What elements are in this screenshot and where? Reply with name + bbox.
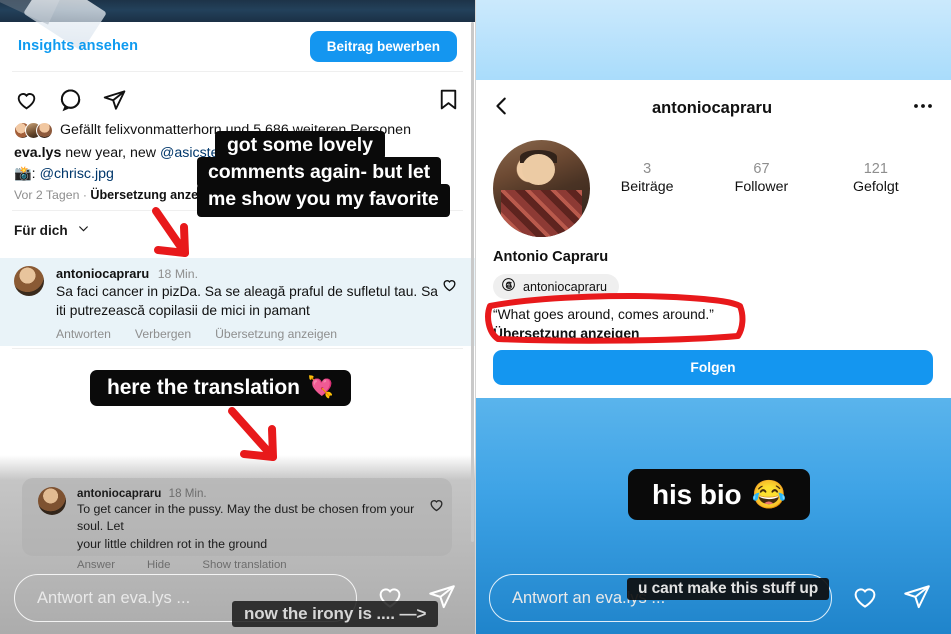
comment-translated: antoniocapraru 18 Min. To get cancer in … (38, 487, 448, 571)
comment-icon[interactable] (58, 87, 83, 112)
heart-icon[interactable] (850, 581, 880, 616)
stat-followers-count: 67 (753, 161, 770, 177)
avatar (36, 121, 53, 139)
insights-row: Insights ansehen Beitrag bewerben (0, 22, 475, 70)
profile-username-title: antoniocapraru (651, 98, 773, 117)
view-insights-link[interactable]: Insights ansehen (18, 38, 138, 54)
comment-header: antoniocapraru 18 Min. (56, 266, 441, 281)
post-image-strip (0, 0, 475, 52)
comment-text: Sa faci cancer in pizDa. Sa se aleagă pr… (56, 284, 438, 318)
stat-posts[interactable]: 3 Beiträge (590, 160, 704, 195)
avatar[interactable] (38, 487, 66, 515)
post-actions-row (0, 78, 475, 120)
caption-text: new year, new (65, 145, 156, 161)
bookmark-icon[interactable] (436, 87, 461, 112)
translated-comment-text-line1: To get cancer in the pussy. May the dust… (77, 502, 415, 533)
profile-bio: “What goes around, comes around.” Überse… (493, 305, 714, 343)
profile-avatar[interactable] (493, 140, 590, 237)
liker-avatars (14, 121, 53, 139)
meta-separator: · (82, 188, 87, 202)
caption-credit-mention[interactable]: @chrisc.jpg (40, 166, 114, 182)
translated-comment-header: antoniocapraru 18 Min. (77, 487, 428, 500)
laughing-emoji-icon: 😂 (751, 479, 787, 510)
sticker-text-1: got some lovely (215, 131, 385, 160)
story-background-top (475, 0, 951, 80)
share-icon[interactable] (902, 581, 932, 616)
divider-comment (12, 348, 463, 349)
comment-body: antoniocapraru 18 Min. Sa faci cancer in… (56, 266, 441, 341)
follow-button[interactable]: Folgen (493, 350, 933, 385)
comment-filter-dropdown[interactable]: Für dich (14, 222, 90, 238)
caption-colon: : (31, 165, 40, 182)
share-icon[interactable] (102, 87, 127, 112)
sticker-translation-label: here the translation (107, 376, 300, 399)
threads-handle: antoniocapraru (523, 279, 608, 294)
profile-navbar: antoniocapraru (475, 88, 951, 128)
sticker-his-bio: his bio 😂 (628, 469, 811, 520)
stat-following-label: Gefolgt (852, 179, 899, 195)
profile-full-name: Antonio Capraru (493, 249, 609, 265)
sticker-here-the-translation: here the translation 💘 (90, 370, 351, 406)
avatar[interactable] (14, 266, 44, 296)
right-panel-instagram-profile: antoniocapraru 3 Beiträge 67 Follower 12… (475, 0, 951, 634)
stat-followers[interactable]: 67 Follower (704, 160, 818, 195)
heart-icon[interactable] (14, 87, 39, 112)
stat-posts-count: 3 (643, 161, 652, 177)
bio-line-1: “What goes around, comes around.” (493, 307, 714, 322)
translated-comment-body: antoniocapraru 18 Min. To get cancer in … (77, 487, 428, 571)
screenshot-root: Insights ansehen Beitrag bewerben Gefäll… (0, 0, 951, 634)
time-ago: Vor 2 Tagen (14, 188, 80, 202)
camera-emoji-icon: 📸 (14, 165, 32, 182)
panel-divider (475, 0, 476, 634)
divider-top (12, 71, 463, 72)
story-reaction-icons (850, 581, 932, 616)
comment-filter-label: Für dich (14, 222, 68, 238)
heart-arrow-emoji-icon: 💘 (307, 376, 334, 399)
avatar-face (522, 153, 556, 185)
profile-header: 3 Beiträge 67 Follower 121 Gefolgt (475, 140, 951, 237)
comment-action-reply[interactable]: Antworten (56, 327, 111, 341)
promote-post-button[interactable]: Beitrag bewerben (309, 30, 457, 62)
stat-posts-label: Beiträge (620, 179, 674, 195)
comment-action-hide[interactable]: Verbergen (135, 327, 191, 341)
threads-icon (501, 277, 516, 297)
comment-time: 18 Min. (157, 267, 199, 281)
stat-followers-label: Follower (734, 179, 789, 195)
sticker-text-3: me show you my favorite (197, 184, 450, 217)
sticker-now-the-irony: now the irony is .... —> (232, 601, 439, 627)
comment-action-translate[interactable]: Übersetzung anzeigen (215, 327, 337, 341)
stat-following-count: 121 (863, 161, 888, 177)
translated-comment-time: 18 Min. (168, 487, 207, 500)
avatar-shirt (500, 190, 583, 237)
scrollbar[interactable] (471, 22, 474, 542)
more-options-icon[interactable] (911, 94, 935, 123)
sticker-bio-label: his bio (652, 478, 742, 510)
profile-stats: 3 Beiträge 67 Follower 121 Gefolgt (590, 140, 933, 237)
sticker-cant-make-this-up: u cant make this stuff up (627, 578, 830, 600)
chevron-down-icon (77, 222, 90, 238)
translated-comment-like-icon[interactable] (428, 487, 448, 571)
comment-actions: Antworten Verbergen Übersetzung anzeigen (56, 327, 441, 341)
left-panel-instagram-post: Insights ansehen Beitrag bewerben Gefäll… (0, 0, 475, 634)
comment-original: antoniocapraru 18 Min. Sa faci cancer in… (0, 266, 475, 341)
bio-show-translation-link[interactable]: Übersetzung anzeigen (493, 324, 714, 343)
translated-comment-username[interactable]: antoniocapraru (77, 487, 161, 500)
comment-username[interactable]: antoniocapraru (56, 266, 149, 281)
caption-username[interactable]: eva.lys (14, 145, 61, 161)
translated-comment-text-line2: your little children rot in the ground (77, 537, 268, 551)
stat-following[interactable]: 121 Gefolgt (819, 160, 933, 195)
chevron-left-icon[interactable] (491, 95, 513, 122)
threads-badge[interactable]: antoniocapraru (493, 274, 620, 299)
comment-like-icon[interactable] (441, 266, 461, 341)
